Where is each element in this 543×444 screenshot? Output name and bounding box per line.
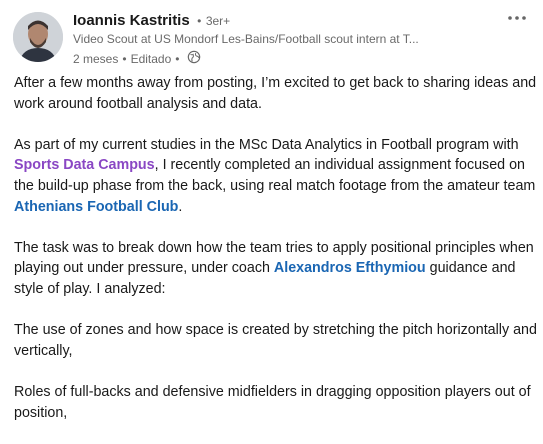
post-paragraph-3: The task was to break down how the team … xyxy=(14,238,538,300)
post-paragraph-4: The use of zones and how space is create… xyxy=(14,322,537,359)
p2-text-a: As part of my current studies in the MSc… xyxy=(14,136,519,153)
more-options-button[interactable] xyxy=(501,6,533,30)
p2-text-c: . xyxy=(178,198,183,215)
author-name-row: Ioannis Kastritis • 3er+ xyxy=(73,12,230,32)
mention-alexandros-efthymiou[interactable]: Alexandros Efthymiou xyxy=(274,260,426,276)
post-time: 2 meses xyxy=(73,51,119,66)
more-horizontal-icon xyxy=(508,16,526,20)
author-name[interactable]: Ioannis Kastritis xyxy=(73,12,190,29)
post-paragraph-2: As part of my current studies in the MSc… xyxy=(14,135,538,217)
meta-separator-2: • xyxy=(175,51,180,66)
post-paragraph-1: After a few months away from posting, I’… xyxy=(14,75,537,112)
author-headline: Video Scout at US Mondorf Les-Bains/Foot… xyxy=(73,32,418,46)
post-paragraph-5: Roles of full-backs and defensive midfie… xyxy=(14,383,531,421)
post-meta: 2 meses • Editado • xyxy=(73,50,201,67)
connection-degree: 3er+ xyxy=(205,14,231,28)
avatar-photo xyxy=(13,12,63,62)
post-content: After a few months away from posting, I’… xyxy=(14,73,538,444)
edited-label: Editado xyxy=(130,51,172,66)
meta-separator: • xyxy=(122,51,127,66)
mention-athenians-football-club[interactable]: Athenians Football Club xyxy=(14,199,178,215)
separator-dot: • xyxy=(197,14,202,28)
mention-sports-data-campus[interactable]: Sports Data Campus xyxy=(14,157,155,173)
post-header: Ioannis Kastritis • 3er+ Video Scout at … xyxy=(0,0,543,70)
globe-icon xyxy=(187,50,201,67)
author-avatar[interactable] xyxy=(13,12,63,62)
